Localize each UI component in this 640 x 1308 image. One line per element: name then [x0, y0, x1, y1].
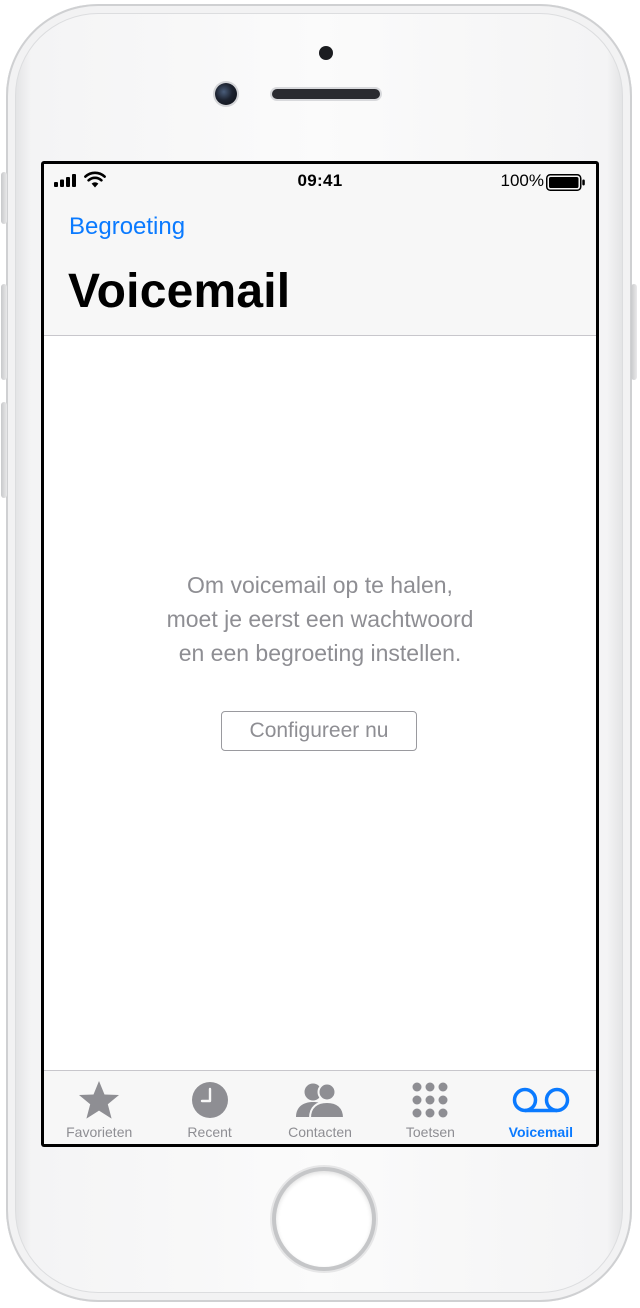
contacts-icon [294, 1080, 346, 1120]
status-bar: 09:41 100% [44, 164, 596, 200]
tab-label: Voicemail [508, 1124, 573, 1140]
proximity-sensor [319, 46, 333, 60]
display: 09:41 100% Begroeting Voicemail Om voice… [44, 164, 596, 1144]
tab-label: Favorieten [66, 1124, 133, 1140]
power-button [631, 284, 637, 380]
tab-label: Contacten [288, 1124, 352, 1140]
volume-down-button [1, 402, 7, 498]
empty-state-message: Om voicemail op te halen, moet je eerst … [44, 568, 596, 670]
voicemail-icon [512, 1080, 570, 1120]
page-title: Voicemail [68, 265, 291, 318]
front-camera [215, 83, 237, 105]
empty-state-line: Om voicemail op te halen, [187, 572, 453, 598]
tab-favorites[interactable]: Favorieten [44, 1071, 154, 1144]
navigation-bar: Begroeting Voicemail [44, 200, 596, 336]
voicemail-content: Om voicemail op te halen, moet je eerst … [44, 336, 596, 1070]
mute-switch [1, 172, 7, 224]
tab-voicemail[interactable]: Voicemail [486, 1071, 596, 1144]
tab-label: Toetsen [405, 1124, 455, 1140]
configure-now-button[interactable]: Configureer nu [221, 711, 417, 751]
screen: 09:41 100% Begroeting Voicemail Om voice… [41, 161, 599, 1147]
home-button[interactable] [276, 1171, 372, 1267]
tab-label: Recent [187, 1124, 232, 1140]
empty-state-line: en een begroeting instellen. [178, 640, 462, 666]
greeting-link[interactable]: Begroeting [69, 213, 185, 241]
tab-keypad[interactable]: Toetsen [375, 1071, 485, 1144]
battery-percentage: 100% [500, 171, 544, 190]
keypad-icon [411, 1080, 449, 1120]
clock-icon [191, 1080, 229, 1120]
empty-state-line: moet je eerst een wachtwoord [166, 606, 474, 632]
tab-bar: Favorieten Recent Contacten Toetsen Voic… [44, 1070, 596, 1144]
star-icon [78, 1080, 120, 1120]
volume-up-button [1, 284, 7, 380]
tab-recent[interactable]: Recent [154, 1071, 264, 1144]
battery-icon [546, 174, 585, 191]
earpiece-speaker [272, 89, 380, 99]
tab-contacts[interactable]: Contacten [265, 1071, 375, 1144]
